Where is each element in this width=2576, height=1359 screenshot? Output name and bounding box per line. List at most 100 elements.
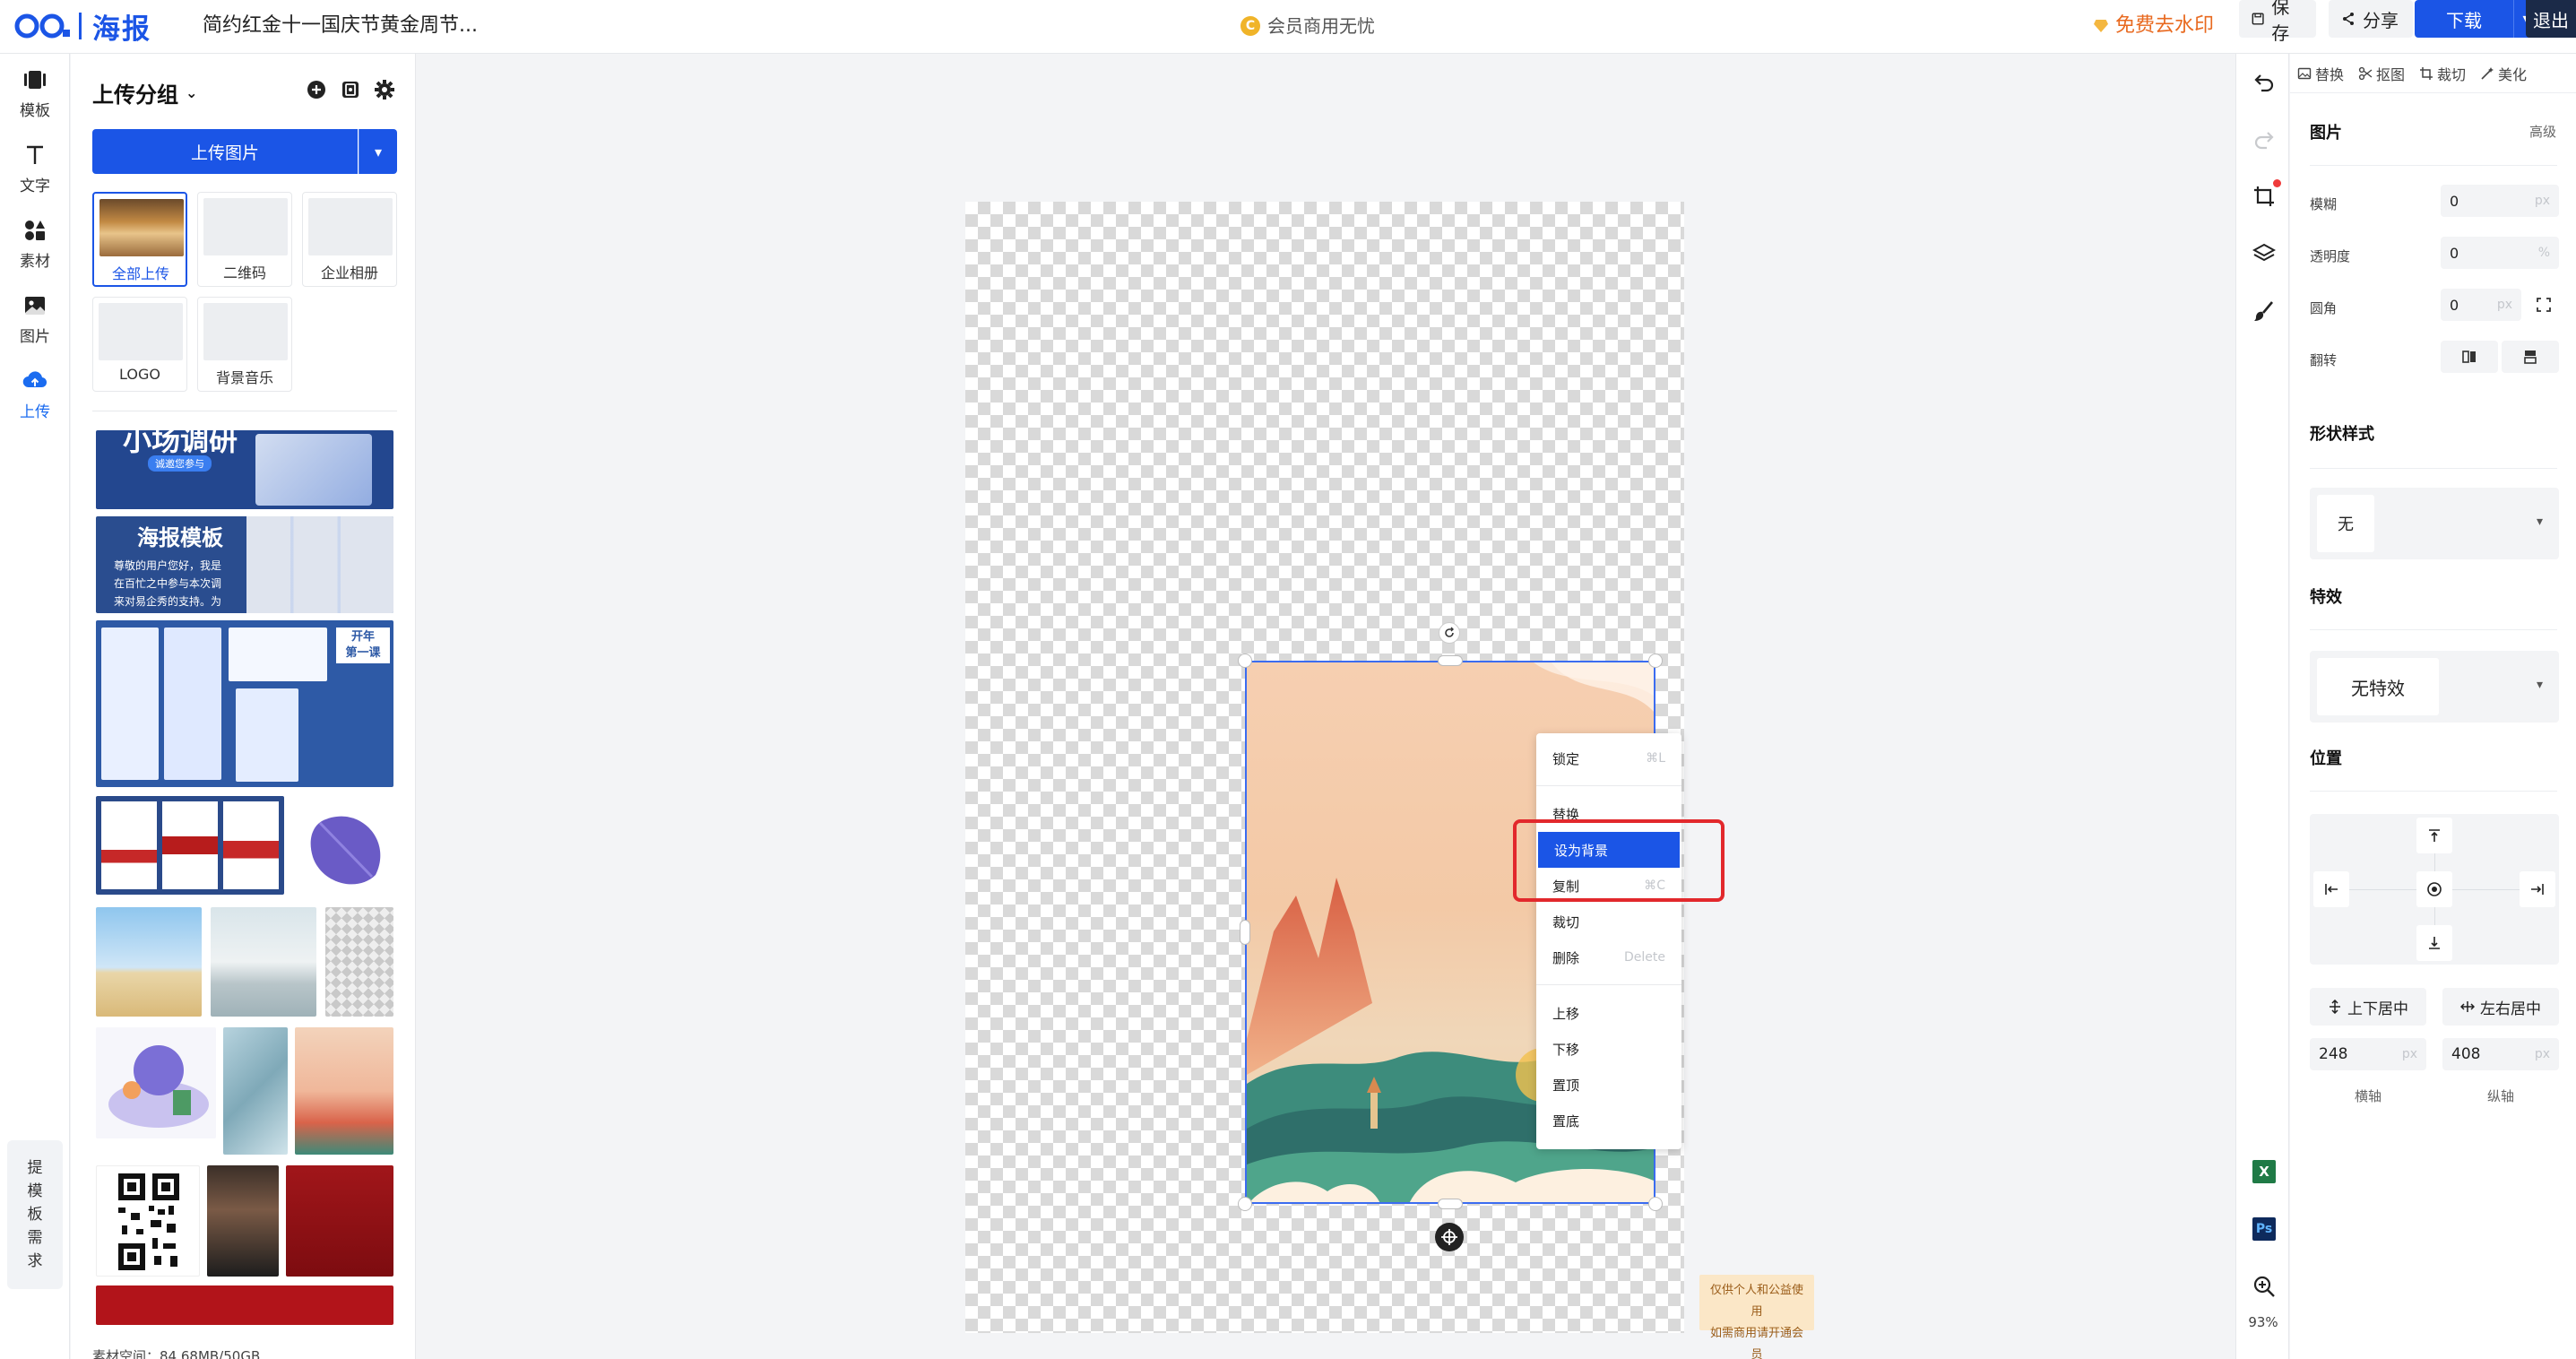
layers-button[interactable] [2251,240,2278,267]
align-right-button[interactable] [2520,871,2555,907]
align-left-button[interactable] [2313,871,2349,907]
folder-background-music[interactable]: 背景音乐 [197,297,292,392]
align-center-button[interactable] [2416,871,2452,907]
resize-handle-top-left[interactable] [1238,654,1252,668]
uploaded-image-red-festive-poster[interactable] [286,1165,393,1277]
uploaded-image-field[interactable] [96,907,202,1017]
menu-item-move-down[interactable]: 下移 [1536,1031,1681,1067]
remove-watermark-link[interactable]: 免费去水印 [2094,0,2214,52]
menu-item-bring-to-front[interactable]: 置顶 [1536,1067,1681,1103]
folder-enterprise-album[interactable]: 企业相册 [302,192,397,287]
exit-button[interactable]: 退出 [2526,0,2576,38]
rotate-handle[interactable] [1439,622,1460,644]
excel-button[interactable]: X [2251,1158,2278,1185]
elements-icon [25,220,45,240]
nav-item-elements[interactable]: 素材 [0,208,70,280]
format-brush-button[interactable] [2251,298,2278,325]
phone-upload-icon[interactable] [340,79,361,100]
photoshop-button[interactable]: Ps [2251,1216,2278,1242]
watermark-notice[interactable]: 仅供个人和公益使用 如需商用请开通会员 [1699,1275,1814,1359]
redo-icon [2254,132,2274,150]
effects-select[interactable]: 无特效 ▾ [2310,651,2559,723]
add-group-icon[interactable] [306,79,327,100]
uploaded-image-poster-template[interactable]: 海报模板 尊敬的用户您好，我是 在百忙之中参与本次调 来对易企秀的支持。为 [96,516,393,613]
uploaded-image-mountain-thumbnail[interactable] [295,1027,393,1155]
tab-cutout[interactable]: 抠图 [2351,63,2412,84]
opacity-input[interactable]: 0% [2441,237,2559,269]
menu-label: 下移 [1552,1041,1580,1058]
leaf-illustration [310,816,381,885]
template-request-button[interactable]: 提 模 板 需 求 [7,1140,63,1289]
nav-item-image[interactable]: 图片 [0,283,70,355]
advanced-link[interactable]: 高级 [2529,122,2556,141]
resize-handle-bottom[interactable] [1438,1199,1463,1209]
menu-item-crop[interactable]: 裁切 [1536,904,1681,939]
shape-style-select[interactable]: 无 ▾ [2310,488,2559,559]
menu-item-lock[interactable]: 锁定 ⌘L [1536,740,1681,776]
corner-radius-expand-button[interactable] [2528,289,2559,321]
zoom-button[interactable] [2251,1273,2278,1300]
align-bottom-button[interactable] [2416,925,2452,961]
tab-crop[interactable]: 裁切 [2412,63,2473,84]
uploaded-image-emoji-strip[interactable] [325,907,393,1017]
share-button[interactable]: 分享 [2329,0,2413,38]
resize-handle-top-right[interactable] [1648,654,1663,668]
download-button[interactable]: 下载 [2415,0,2513,38]
redo-button[interactable] [2251,126,2278,152]
corner-radius-input[interactable]: 0 px [2441,289,2521,321]
crop-size-button[interactable] [2251,179,2281,210]
menu-item-send-to-back[interactable]: 置底 [1536,1103,1681,1138]
tab-replace[interactable]: 替换 [2290,63,2351,84]
uploaded-image-red-posters[interactable] [96,796,284,895]
uploaded-image-survey-banner[interactable]: 小场调研 诚邀您参与 [96,430,393,509]
menu-item-move-up[interactable]: 上移 [1536,995,1681,1031]
align-top-button[interactable] [2416,818,2452,853]
app-logo[interactable]: 海报 [14,4,151,48]
x-position-input[interactable]: 248 px [2310,1038,2426,1070]
settings-gear-icon[interactable] [374,79,395,100]
y-position-input[interactable]: 408 px [2442,1038,2559,1070]
nav-item-upload[interactable]: 上传 [0,359,70,430]
tab-beautify[interactable]: 美化 [2473,63,2534,84]
menu-item-delete[interactable]: 删除 Delete [1536,939,1681,975]
uploaded-image-qrcode[interactable] [96,1165,200,1277]
nav-item-text[interactable]: 文字 [0,133,70,204]
move-handle[interactable] [1435,1223,1464,1251]
upload-group-title: 上传分组 [92,82,178,108]
upload-group-selector[interactable]: 上传分组 ⌄ [92,77,197,108]
resize-handle-top[interactable] [1438,655,1463,666]
uploaded-image-beach-van[interactable] [211,907,316,1017]
resize-handle-bottom-right[interactable] [1648,1197,1663,1211]
resize-handle-left[interactable] [1240,920,1250,945]
uploaded-image-portrait-photo[interactable] [207,1165,279,1277]
uploaded-image-glass-texture[interactable] [223,1027,288,1155]
nav-item-template[interactable]: 模板 [0,57,70,129]
save-button[interactable]: 保存 [2239,0,2316,44]
flip-vertical-button[interactable] [2502,341,2559,373]
blur-input[interactable]: 0 px [2441,185,2559,217]
poster-preview [246,516,393,613]
member-commercial-link[interactable]: C 会员商用无忧 [1240,0,1375,52]
upload-image-button[interactable]: 上传图片 [92,129,358,174]
brush-icon [2254,301,2273,321]
resize-handle-bottom-left[interactable] [1238,1197,1252,1211]
uploaded-image-people-illustration[interactable] [96,1027,216,1138]
position-section-title: 位置 [2310,749,2342,768]
rotate-icon [1445,627,1454,637]
flip-horizontal-button[interactable] [2441,341,2498,373]
folder-all-uploads[interactable]: 全部上传 [92,192,187,287]
year-tag-line: 第一课 [345,646,381,660]
uploaded-image-course-posters[interactable]: 开年 第一课 [96,620,393,787]
unit-label: % [2537,246,2550,260]
center-horizontally-button[interactable]: 左右居中 [2442,988,2559,1026]
uploaded-image-purple-leaf[interactable] [295,803,393,893]
center-vertically-button[interactable]: 上下居中 [2310,988,2426,1026]
undo-button[interactable] [2251,68,2278,95]
folder-logo[interactable]: LOGO [92,297,187,392]
folder-qrcode[interactable]: 二维码 [197,192,292,287]
image-icon [25,296,45,315]
document-title[interactable]: 简约红金十一国庆节黄金周节... [203,0,478,52]
folder-label: LOGO [119,366,160,383]
uploaded-image-red-banner-row[interactable] [96,1285,393,1325]
upload-options-button[interactable]: ▾ [359,129,397,174]
